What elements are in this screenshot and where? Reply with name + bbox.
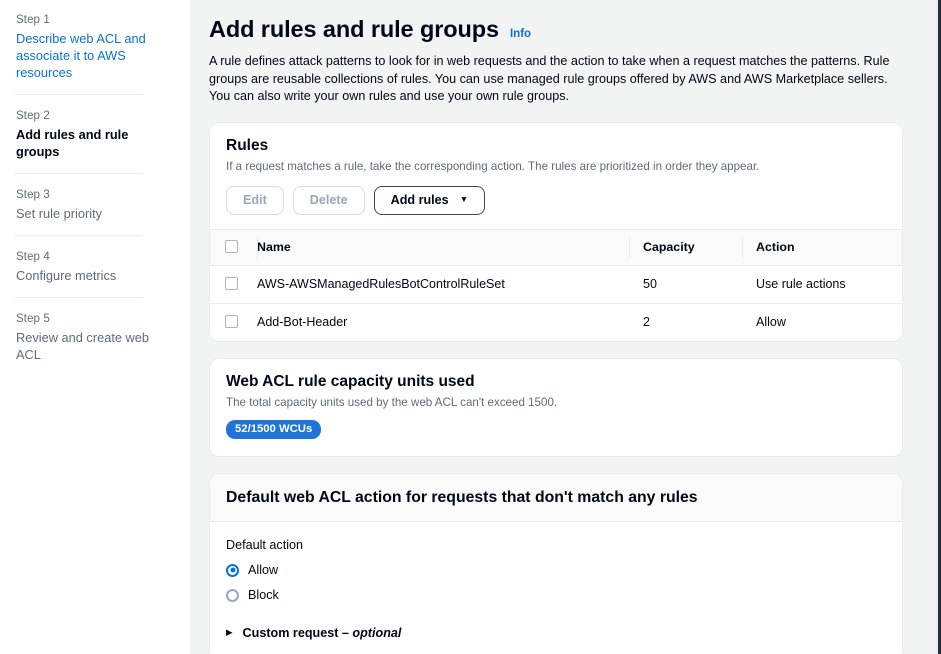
add-rules-label: Add rules [391, 191, 449, 209]
row-action: Use rule actions [742, 265, 902, 303]
radio-block-label: Block [248, 587, 279, 604]
page-description: A rule defines attack patterns to look f… [209, 53, 903, 106]
capacity-card: Web ACL rule capacity units used The tot… [209, 358, 903, 457]
info-link[interactable]: Info [510, 28, 531, 40]
wcu-status-badge: 52/1500 WCUs [226, 420, 321, 439]
rules-card-subtitle: If a request matches a rule, take the co… [226, 159, 886, 175]
custom-request-optional: optional [352, 626, 401, 640]
rules-table: Name Capacity Action AWS-AWSManagedRules… [210, 229, 902, 341]
add-rules-button[interactable]: Add rules ▼ [374, 186, 486, 215]
rules-card-header: Rules If a request matches a rule, take … [210, 123, 902, 229]
sidebar-divider-3 [15, 235, 143, 236]
chevron-right-icon: ▶ [226, 628, 233, 637]
capacity-card-subtitle: The total capacity units used by the web… [226, 395, 886, 411]
custom-request-expander[interactable]: ▶ Custom request – optional [226, 626, 886, 640]
step-4-title: Configure metrics [16, 267, 174, 284]
sidebar-divider-1 [15, 94, 143, 95]
row-name: Add-Bot-Header [257, 303, 629, 341]
edit-button[interactable]: Edit [226, 186, 284, 215]
rules-card: Rules If a request matches a rule, take … [209, 122, 903, 342]
sidebar-item-step-1[interactable]: Step 1 Describe web ACL and associate it… [0, 12, 190, 81]
row-select-cell [210, 303, 257, 341]
page-title: Add rules and rule groups [209, 14, 499, 44]
sidebar-divider-2 [15, 173, 143, 174]
default-action-label: Default action [226, 537, 886, 554]
rules-toolbar: Edit Delete Add rules ▼ [226, 186, 886, 215]
radio-option-block[interactable]: Block [226, 587, 886, 604]
step-4-number: Step 4 [16, 249, 174, 266]
column-header-name[interactable]: Name [257, 229, 629, 265]
sidebar-item-step-2[interactable]: Step 2 Add rules and rule groups [0, 108, 190, 160]
step-5-title: Review and create web ACL [16, 329, 174, 363]
table-row[interactable]: Add-Bot-Header 2 Allow [210, 303, 902, 341]
default-action-card-header: Default web ACL action for requests that… [210, 474, 902, 522]
radio-option-allow[interactable]: Allow [226, 562, 886, 579]
row-checkbox[interactable] [225, 315, 238, 328]
select-all-header [210, 229, 257, 265]
row-capacity: 50 [629, 265, 742, 303]
default-action-card-body: Default action Allow Block ▶ Custom requ… [210, 522, 902, 654]
table-row[interactable]: AWS-AWSManagedRulesBotControlRuleSet 50 … [210, 265, 902, 303]
capacity-card-title: Web ACL rule capacity units used [226, 372, 886, 392]
select-all-checkbox[interactable] [225, 240, 238, 253]
default-action-card-title: Default web ACL action for requests that… [226, 488, 886, 508]
page-header: Add rules and rule groups Info [209, 14, 903, 44]
wizard-step-sidebar: Step 1 Describe web ACL and associate it… [0, 0, 190, 654]
rules-table-body: AWS-AWSManagedRulesBotControlRuleSet 50 … [210, 265, 902, 341]
rules-table-head: Name Capacity Action [210, 229, 902, 265]
step-3-number: Step 3 [16, 187, 174, 204]
column-header-action[interactable]: Action [742, 229, 902, 265]
sidebar-item-step-5[interactable]: Step 5 Review and create web ACL [0, 311, 190, 363]
custom-request-label: Custom request – optional [243, 626, 402, 640]
capacity-card-body: Web ACL rule capacity units used The tot… [210, 359, 902, 456]
sidebar-item-step-4[interactable]: Step 4 Configure metrics [0, 249, 190, 284]
step-2-number: Step 2 [16, 108, 174, 125]
radio-block-icon[interactable] [226, 589, 239, 602]
radio-allow-label: Allow [248, 562, 278, 579]
default-action-card: Default web ACL action for requests that… [209, 473, 903, 654]
main-content: Add rules and rule groups Info A rule de… [190, 0, 941, 654]
sidebar-divider-4 [15, 297, 143, 298]
step-5-number: Step 5 [16, 311, 174, 328]
row-checkbox[interactable] [225, 277, 238, 290]
page-root: Step 1 Describe web ACL and associate it… [0, 0, 941, 654]
table-header-row: Name Capacity Action [210, 229, 902, 265]
delete-button[interactable]: Delete [293, 186, 365, 215]
step-1-number: Step 1 [16, 12, 174, 29]
column-header-capacity[interactable]: Capacity [629, 229, 742, 265]
row-capacity: 2 [629, 303, 742, 341]
sidebar-item-step-3[interactable]: Step 3 Set rule priority [0, 187, 190, 222]
row-select-cell [210, 265, 257, 303]
row-action: Allow [742, 303, 902, 341]
step-2-title: Add rules and rule groups [16, 126, 174, 160]
step-1-title[interactable]: Describe web ACL and associate it to AWS… [16, 30, 174, 81]
row-name: AWS-AWSManagedRulesBotControlRuleSet [257, 265, 629, 303]
rules-card-title: Rules [226, 136, 886, 156]
step-3-title: Set rule priority [16, 205, 174, 222]
custom-request-text: Custom request – [243, 626, 353, 640]
chevron-down-icon: ▼ [460, 195, 468, 204]
radio-allow-icon[interactable] [226, 564, 239, 577]
